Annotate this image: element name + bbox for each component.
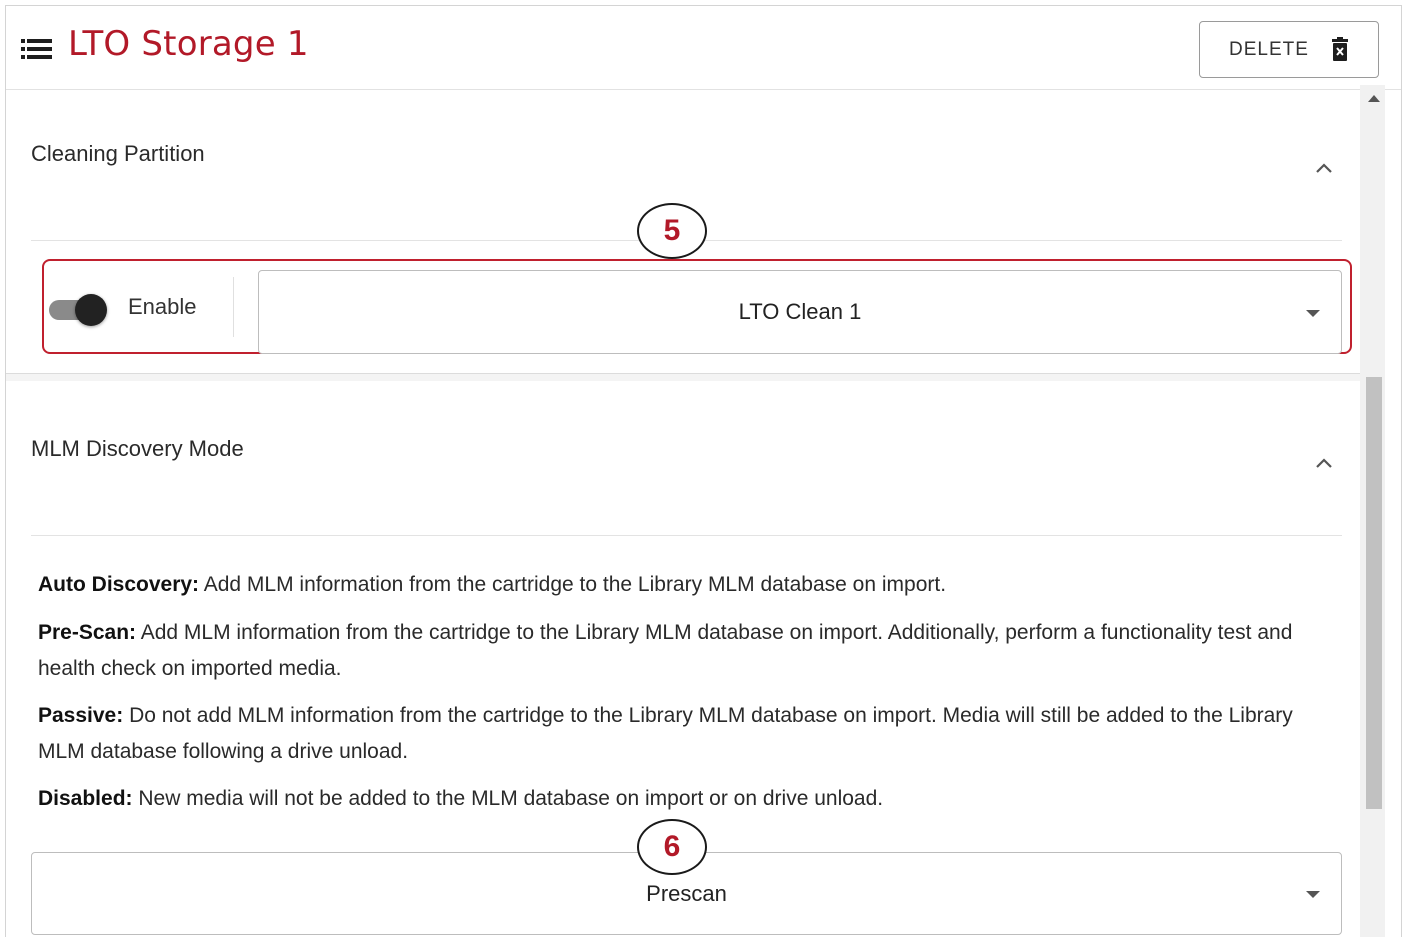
caret-down-icon bbox=[1306, 310, 1320, 317]
enable-toggle[interactable] bbox=[49, 294, 107, 326]
mlm-option-disabled: Disabled: New media will not be added to… bbox=[38, 781, 1318, 817]
option-text: Add MLM information from the cartridge t… bbox=[199, 573, 947, 596]
enable-label: Enable bbox=[128, 294, 197, 319]
mlm-option-pre-scan: Pre-Scan: Add MLM information from the c… bbox=[38, 615, 1318, 687]
option-text: Do not add MLM information from the cart… bbox=[38, 704, 1293, 763]
mlm-option-passive: Passive: Do not add MLM information from… bbox=[38, 698, 1318, 770]
menu-list-icon[interactable] bbox=[21, 38, 53, 60]
divider bbox=[31, 535, 1342, 536]
scroll-up-arrow-icon[interactable] bbox=[1368, 95, 1380, 102]
option-term: Pre-Scan: bbox=[38, 621, 137, 644]
chevron-up-icon[interactable] bbox=[1314, 161, 1334, 175]
content-scroll-area[interactable]: Cleaning Partition Enable LTO Clean 1 5 … bbox=[6, 91, 1401, 937]
option-term: Disabled: bbox=[38, 787, 133, 810]
caret-down-icon bbox=[1306, 891, 1320, 898]
delete-button-label: DELETE bbox=[1229, 38, 1309, 60]
delete-button[interactable]: DELETE bbox=[1199, 21, 1379, 78]
toggle-knob bbox=[75, 294, 107, 326]
trash-icon bbox=[1331, 37, 1349, 62]
option-term: Auto Discovery: bbox=[38, 573, 200, 596]
panel-separator bbox=[6, 373, 1364, 381]
mlm-discovery-value: Prescan bbox=[646, 881, 727, 906]
app-frame: LTO Storage 1 DELETE Cleaning Partition bbox=[5, 5, 1402, 937]
option-text: New media will not be added to the MLM d… bbox=[132, 787, 884, 810]
cleaning-partition-value: LTO Clean 1 bbox=[738, 299, 862, 324]
page-title: LTO Storage 1 bbox=[68, 24, 309, 64]
callout-badge-5: 5 bbox=[637, 203, 707, 259]
option-text: Add MLM information from the cartridge t… bbox=[38, 621, 1293, 680]
scrollbar-thumb[interactable] bbox=[1366, 377, 1382, 809]
option-term: Passive: bbox=[38, 704, 124, 727]
page-header: LTO Storage 1 DELETE bbox=[6, 6, 1401, 90]
cleaning-partition-title: Cleaning Partition bbox=[31, 141, 205, 166]
cleaning-partition-select[interactable]: LTO Clean 1 bbox=[258, 270, 1342, 354]
callout-badge-6: 6 bbox=[637, 819, 707, 875]
chevron-up-icon[interactable] bbox=[1314, 456, 1334, 470]
mlm-discovery-title: MLM Discovery Mode bbox=[31, 436, 244, 461]
divider bbox=[233, 277, 234, 337]
mlm-option-auto-discovery: Auto Discovery: Add MLM information from… bbox=[38, 567, 1318, 603]
